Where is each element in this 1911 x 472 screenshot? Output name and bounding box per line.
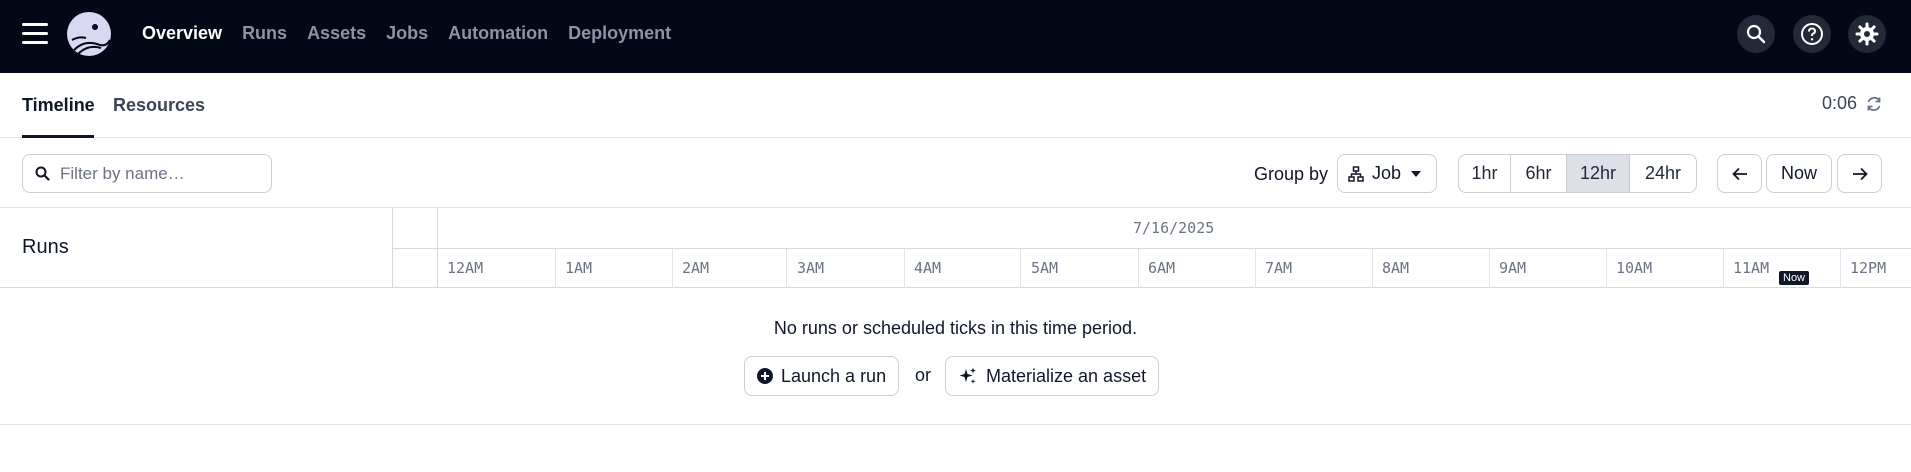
hour-label: 4AM bbox=[914, 259, 942, 277]
main-nav: Overview Runs Assets Jobs Automation Dep… bbox=[142, 0, 691, 66]
hour-label: 8AM bbox=[1382, 259, 1410, 277]
or-separator: or bbox=[915, 365, 932, 385]
refresh-icon bbox=[1867, 96, 1881, 111]
groupby-value: Job bbox=[1372, 163, 1402, 183]
chevron-down-icon bbox=[1411, 170, 1422, 177]
arrow-right-icon bbox=[1852, 167, 1868, 180]
nav-overview[interactable]: Overview bbox=[142, 23, 222, 44]
hour-label: 7AM bbox=[1265, 259, 1293, 277]
hour-divider bbox=[1606, 249, 1607, 288]
groupby-label: Group by bbox=[1254, 164, 1329, 184]
sparkle-icon bbox=[959, 367, 976, 384]
launch-run-button[interactable]: Launch a run bbox=[744, 356, 900, 396]
runs-column-header: Runs bbox=[22, 236, 69, 258]
hour-divider bbox=[786, 249, 787, 288]
top-navigation-bar: Overview Runs Assets Jobs Automation Dep… bbox=[0, 0, 1911, 73]
hour-label: 12PM bbox=[1850, 259, 1887, 277]
hour-label: 11AM bbox=[1733, 259, 1770, 277]
timeline-toolbar: Group by Job 1hr 6hr 12hr 24hr Now bbox=[0, 138, 1911, 208]
hour-divider bbox=[1138, 249, 1139, 288]
search-icon bbox=[35, 166, 50, 181]
menu-icon[interactable] bbox=[22, 23, 48, 44]
next-period-button[interactable] bbox=[1837, 154, 1882, 193]
dagster-logo[interactable] bbox=[64, 10, 114, 60]
hour-divider bbox=[904, 249, 905, 288]
help-icon bbox=[1801, 23, 1823, 45]
header-row-divider bbox=[392, 248, 1911, 249]
timeline-date: 7/16/2025 bbox=[1133, 219, 1215, 237]
hour-divider bbox=[1372, 249, 1373, 288]
help-button[interactable] bbox=[1793, 15, 1831, 53]
hour-label: 5AM bbox=[1031, 259, 1059, 277]
now-button[interactable]: Now bbox=[1766, 154, 1832, 193]
add-circle-icon bbox=[757, 368, 773, 384]
hour-divider bbox=[1723, 249, 1724, 288]
timeline-bottom-border bbox=[0, 424, 1911, 425]
tab-resources[interactable]: Resources bbox=[113, 95, 205, 116]
hour-label: 12AM bbox=[447, 259, 484, 277]
filter-search[interactable] bbox=[22, 154, 272, 193]
gear-icon bbox=[1855, 22, 1879, 46]
prev-period-button[interactable] bbox=[1717, 154, 1762, 193]
materialize-asset-label: Materialize an asset bbox=[986, 365, 1147, 386]
timeline-header: Runs 7/16/2025 12AM 1AM 2AM 3AM 4AM 5AM … bbox=[0, 208, 1911, 288]
refresh-timer: 0:06 bbox=[1821, 93, 1857, 113]
hour-divider bbox=[672, 249, 673, 288]
tab-timeline[interactable]: Timeline bbox=[22, 95, 95, 116]
hour-label: 6AM bbox=[1148, 259, 1176, 277]
range-24hr[interactable]: 24hr bbox=[1630, 155, 1696, 192]
hour-label: 9AM bbox=[1499, 259, 1527, 277]
overview-tabs: Timeline Resources 0:06 bbox=[0, 73, 1911, 138]
nav-assets[interactable]: Assets bbox=[307, 23, 366, 44]
nav-jobs[interactable]: Jobs bbox=[386, 23, 428, 44]
search-icon bbox=[1746, 24, 1766, 44]
hour-label: 3AM bbox=[797, 259, 825, 277]
materialize-asset-button[interactable]: Materialize an asset bbox=[945, 356, 1160, 396]
nav-automation[interactable]: Automation bbox=[448, 23, 548, 44]
launch-run-label: Launch a run bbox=[781, 365, 887, 386]
nav-deployment[interactable]: Deployment bbox=[568, 23, 671, 44]
range-1hr[interactable]: 1hr bbox=[1459, 155, 1511, 192]
hour-label: 2AM bbox=[682, 259, 710, 277]
arrow-left-icon bbox=[1731, 167, 1747, 180]
settings-button[interactable] bbox=[1848, 15, 1886, 53]
empty-state-message: No runs or scheduled ticks in this time … bbox=[773, 318, 1138, 338]
refresh-countdown[interactable]: 0:06 bbox=[1822, 93, 1883, 114]
range-12hr[interactable]: 12hr bbox=[1567, 155, 1630, 192]
range-6hr[interactable]: 6hr bbox=[1511, 155, 1567, 192]
filter-input[interactable] bbox=[60, 163, 260, 184]
groupby-select[interactable]: Job bbox=[1337, 154, 1437, 193]
hour-label: 10AM bbox=[1616, 259, 1653, 277]
hour-divider bbox=[1020, 249, 1021, 288]
nav-runs[interactable]: Runs bbox=[242, 23, 287, 44]
hour-divider bbox=[1489, 249, 1490, 288]
hierarchy-icon bbox=[1348, 165, 1364, 182]
hour-divider bbox=[555, 249, 556, 288]
hour-divider bbox=[1255, 249, 1256, 288]
search-button[interactable] bbox=[1737, 15, 1775, 53]
now-marker: Now bbox=[1779, 271, 1810, 285]
time-range-selector: 1hr 6hr 12hr 24hr bbox=[1458, 154, 1697, 193]
hour-label: 1AM bbox=[565, 259, 593, 277]
hour-divider bbox=[1840, 249, 1841, 288]
